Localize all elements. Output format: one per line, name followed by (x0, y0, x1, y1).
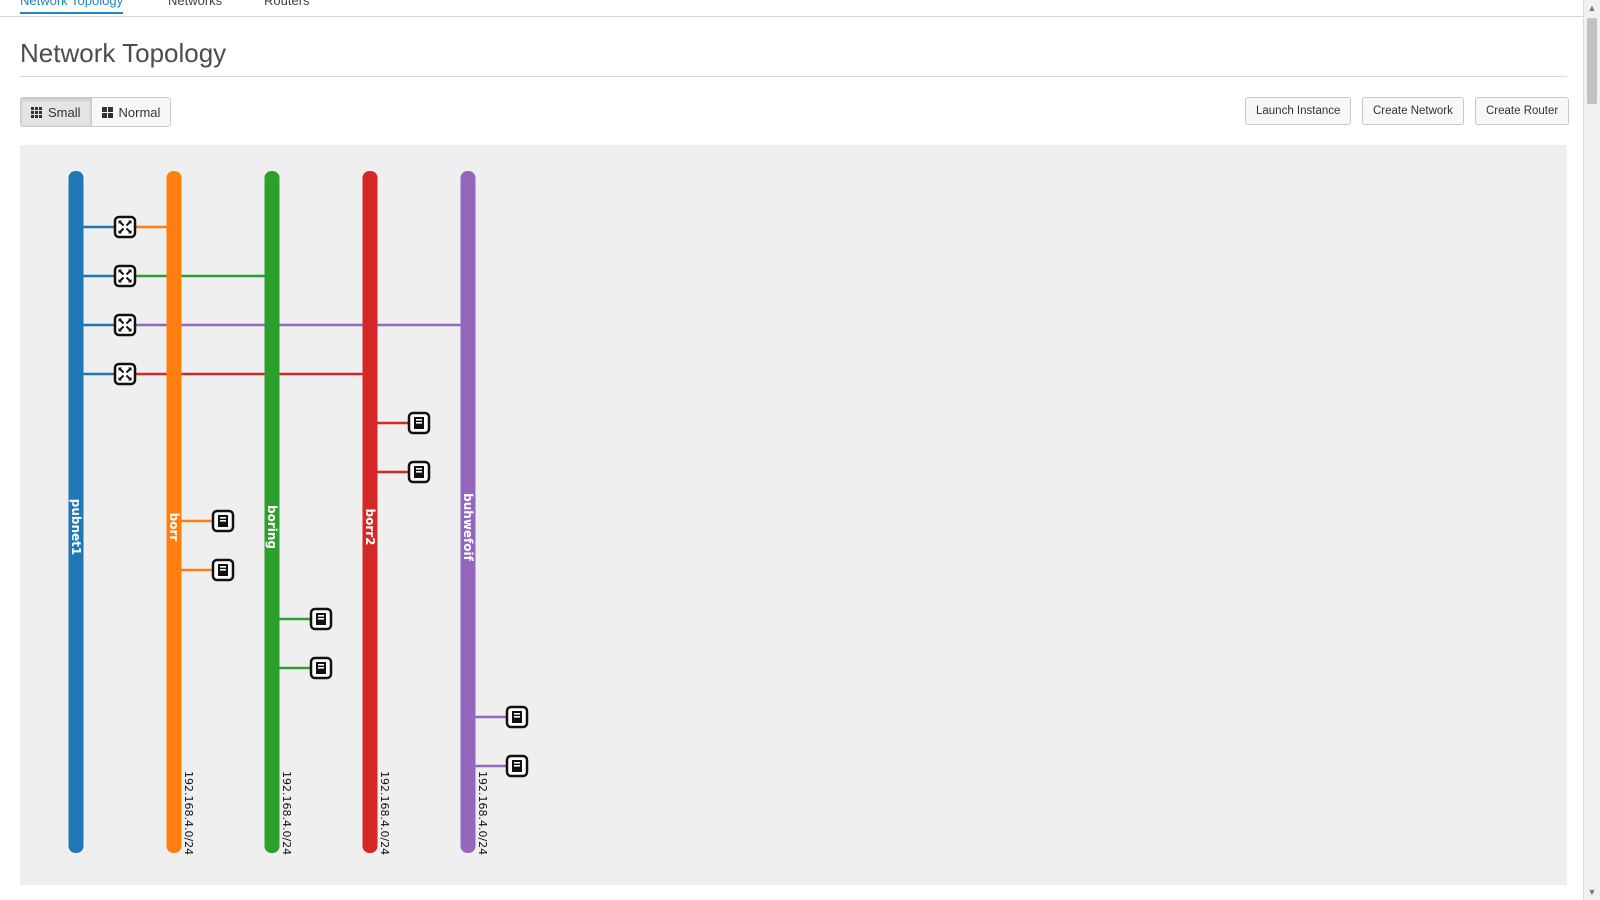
instance-slot (514, 765, 520, 767)
grid-small-icon (31, 106, 42, 118)
instance-icon[interactable] (407, 460, 431, 484)
scroll-down-icon[interactable]: ▼ (1584, 884, 1600, 900)
network-name-label: boring (265, 505, 279, 549)
instance-icon[interactable] (309, 656, 333, 680)
instance-slot (514, 713, 520, 715)
network-boring[interactable]: boring 192.168.4.0/24 (264, 171, 294, 855)
network-cidr-label: 192.168.4.0/24 (378, 771, 391, 855)
router-frame (113, 362, 137, 386)
topology-canvas: pubnet1 borr 192.168.4.0/24 boring 192.168.4… (20, 145, 1567, 885)
normal-view-label: Normal (118, 104, 161, 120)
instance-slot (318, 667, 324, 669)
router-frame (113, 264, 137, 288)
instance-icon[interactable] (505, 705, 529, 729)
instance-icon[interactable] (407, 411, 431, 435)
topology-graph: pubnet1 borr 192.168.4.0/24 boring 192.168.4… (68, 171, 529, 855)
network-cidr-label: 192.168.4.0/24 (476, 771, 489, 855)
title-divider (20, 76, 1567, 77)
network-name-label: borr (167, 513, 181, 542)
small-view-button[interactable]: Small (21, 98, 91, 126)
instance-slot (220, 520, 226, 522)
instance-icon[interactable] (211, 558, 235, 582)
tab-network-topology[interactable]: Network Topology (20, 0, 124, 14)
view-size-toggle: Small Normal (20, 97, 172, 127)
grid-large-icon (101, 106, 113, 118)
instance-icon[interactable] (211, 509, 235, 533)
normal-view-button[interactable]: Normal (90, 98, 171, 126)
instance-slot (220, 569, 226, 571)
tab-networks[interactable]: Networks (168, 0, 222, 12)
scrollbar-thumb[interactable] (1587, 18, 1597, 104)
instance-icon[interactable] (505, 754, 529, 778)
launch-instance-button[interactable]: Launch Instance (1245, 97, 1352, 125)
router-icon[interactable] (113, 313, 137, 337)
create-network-button[interactable]: Create Network (1362, 97, 1464, 125)
create-router-button[interactable]: Create Router (1475, 97, 1570, 125)
instance-slot (220, 517, 226, 519)
network-borr2[interactable]: borr2 192.168.4.0/24 (362, 171, 392, 855)
tab-routers[interactable]: Routers (264, 0, 310, 12)
instance-slot (514, 762, 520, 764)
instance-slot (318, 664, 324, 666)
link-layer (76, 225, 517, 768)
instance-slot (416, 471, 422, 473)
network-cidr-label: 192.168.4.0/24 (182, 771, 195, 855)
router-frame (113, 313, 137, 337)
page-title: Network Topology (20, 38, 227, 68)
instance-slot (318, 618, 324, 620)
instance-slot (416, 468, 422, 470)
instance-icon[interactable] (309, 607, 333, 631)
instance-slot (416, 422, 422, 424)
instance-slot (514, 716, 520, 718)
instance-slot (416, 419, 422, 421)
network-cidr-label: 192.168.4.0/24 (280, 771, 293, 855)
scroll-up-icon[interactable]: ▲ (1584, 0, 1600, 16)
network-pubnet1[interactable]: pubnet1 (68, 171, 84, 853)
instance-slot (220, 566, 226, 568)
small-view-label: Small (48, 104, 81, 120)
instance-slot (318, 615, 324, 617)
network-name-label: buhwefoif (461, 493, 475, 561)
network-name-label: borr2 (363, 508, 377, 545)
router-icon[interactable] (113, 215, 137, 239)
router-icon[interactable] (113, 362, 137, 386)
network-borr[interactable]: borr 192.168.4.0/24 (166, 171, 196, 855)
network-buhwefoif[interactable]: buhwefoif 192.168.4.0/24 (460, 171, 490, 855)
network-name-label: pubnet1 (69, 499, 83, 556)
router-frame (113, 215, 137, 239)
router-icon[interactable] (113, 264, 137, 288)
tab-bar: Network Topology Networks Routers (0, 0, 1585, 17)
page-scrollbar[interactable]: ▲ ▼ (1583, 0, 1600, 900)
